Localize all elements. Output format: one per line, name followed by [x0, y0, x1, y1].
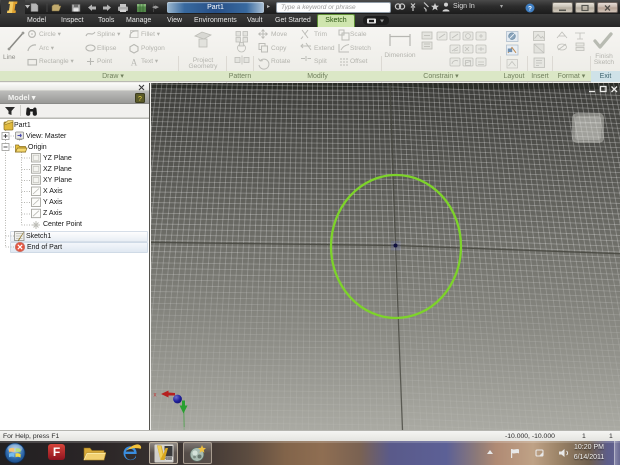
svg-text:?: ?: [528, 5, 532, 12]
svg-text:A: A: [131, 58, 138, 68]
svg-text:?: ?: [138, 95, 142, 102]
svg-text:x: x: [154, 393, 157, 399]
